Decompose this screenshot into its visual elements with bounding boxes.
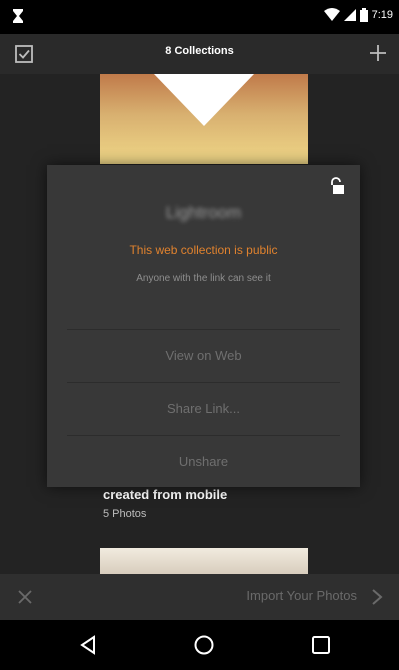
wifi-icon	[323, 8, 340, 21]
close-icon[interactable]	[16, 588, 34, 606]
share-link-button[interactable]: Share Link...	[67, 382, 340, 435]
unlock-icon[interactable]	[328, 177, 346, 195]
import-photos-label[interactable]: Import Your Photos	[246, 588, 357, 603]
public-status-text: This web collection is public	[129, 243, 278, 257]
chevron-right-icon[interactable]	[369, 588, 385, 606]
system-nav-bar	[0, 620, 399, 670]
view-on-web-button[interactable]: View on Web	[67, 329, 340, 382]
home-icon[interactable]	[192, 633, 216, 657]
share-dialog: Lightroom This web collection is public …	[47, 165, 360, 487]
status-bar: 7:19	[0, 0, 399, 34]
recent-apps-icon[interactable]	[309, 633, 333, 657]
hourglass-icon	[13, 9, 23, 23]
add-icon[interactable]	[367, 42, 389, 64]
import-bar: Import Your Photos	[0, 574, 399, 620]
status-time: 7:19	[371, 9, 393, 21]
app-bar: 8 Collections	[0, 34, 399, 74]
battery-icon	[359, 8, 368, 22]
collection-photo-count: 5 Photos	[103, 508, 147, 520]
unshare-button[interactable]: Unshare	[67, 435, 340, 488]
cellular-signal-icon	[343, 9, 356, 21]
collection-name[interactable]: created from mobile	[103, 487, 227, 502]
page-title: 8 Collections	[165, 45, 234, 57]
collection-cover-image[interactable]	[100, 548, 308, 574]
dialog-title: Lightroom	[165, 203, 242, 222]
back-icon[interactable]	[76, 633, 100, 657]
public-description: Anyone with the link can see it	[136, 273, 271, 284]
cover-triangle-shape	[154, 74, 254, 126]
collection-cover-image[interactable]	[100, 74, 308, 164]
